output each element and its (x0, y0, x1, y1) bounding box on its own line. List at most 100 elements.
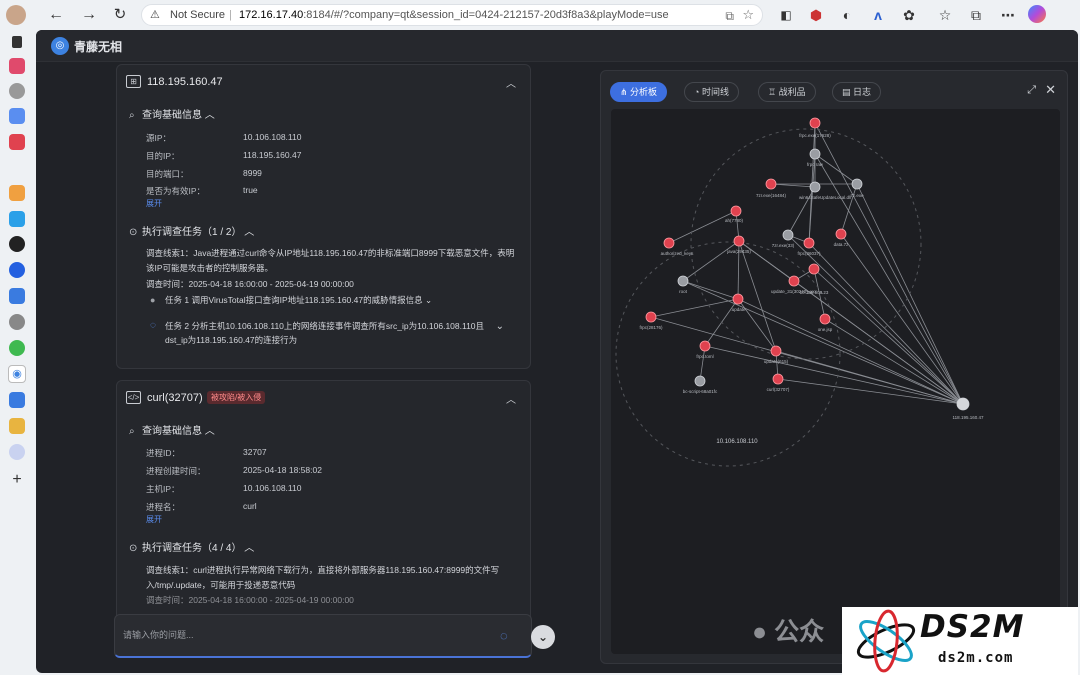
graph-node-frpc-toml[interactable]: frpc.toml (696, 340, 714, 359)
chevron-up-icon: ︿ (244, 227, 255, 238)
qingteng-icon[interactable]: ◉ (8, 365, 26, 383)
address-bar[interactable]: ⚠ Not Secure | 172.16.17.40:8184/#/?comp… (141, 4, 763, 26)
task-item[interactable]: 任务 1 调用VirusTotal接口查询IP地址118.195.160.47的… (165, 293, 505, 307)
graph-node-java[interactable]: java(29435) (726, 235, 751, 254)
doc-icon[interactable] (9, 108, 25, 124)
youtube-icon[interactable] (9, 134, 25, 150)
expand-link[interactable]: 展开 (146, 514, 162, 525)
loading-spinner-icon: ◌ (500, 628, 508, 643)
graph-node-bc-script[interactable]: bc-script-68a01fc (683, 375, 718, 394)
close-icon[interactable]: ✕ (1045, 82, 1056, 98)
tab-loot[interactable]: ♖ 战利品 (758, 82, 816, 102)
expand-icon[interactable]: ⤢ (1027, 84, 1036, 97)
section-basic[interactable]: ⌕ 查询基础信息 ︿ (129, 422, 215, 437)
bilibili-icon[interactable] (9, 211, 25, 227)
task-item[interactable]: 任务 2 分析主机10.106.108.110上的网络连接事件调查所有src_i… (165, 319, 485, 347)
section-title: 查询基础信息 (142, 110, 202, 121)
url-text[interactable]: 172.16.17.40:8184/#/?company=qt&session_… (239, 5, 679, 25)
add-icon[interactable]: + (9, 472, 25, 488)
extension-icon-4[interactable]: ʌ (868, 5, 888, 25)
more-menu-icon[interactable]: ⋯ (998, 5, 1018, 25)
graph-node-frpc-exe[interactable]: frpc.exe(17628) (799, 117, 831, 138)
chevron-down-icon[interactable]: ⌄ (496, 321, 504, 332)
forward-arrow-icon[interactable]: → (79, 5, 99, 25)
graph-node-frpc-cfg[interactable]: frpc(36037) (797, 237, 821, 256)
graph-node-update-615[interactable]: update(615) (764, 345, 789, 364)
graph-node-root[interactable]: root (677, 275, 689, 294)
graph-node-data[interactable]: data.7z (834, 228, 850, 247)
graph-node-label: curl(32707) (767, 387, 790, 392)
ds2m-brand: DS2M (920, 609, 1025, 645)
check-circle-icon: ● (150, 295, 156, 305)
extension-icon-1[interactable]: ◧ (776, 5, 796, 25)
screen-share-icon[interactable]: ⧉ (725, 6, 734, 25)
tab-log[interactable]: ▤ 日志 (832, 82, 882, 102)
tab-analysis[interactable]: ⋔ 分析板 (610, 82, 668, 102)
graph-node-seven-z[interactable]: 7z.exe (850, 178, 864, 198)
question-input[interactable] (123, 630, 483, 640)
security-label[interactable]: Not Secure (170, 5, 225, 25)
graph-node-ip-23[interactable]: 10.106.108.23 (800, 263, 829, 295)
copilot-icon[interactable] (1028, 5, 1046, 23)
profile-avatar-icon[interactable] (6, 5, 26, 25)
address-separator: | (229, 9, 232, 21)
network-icon: ⊞ (126, 75, 141, 88)
scroll-down-button[interactable]: ⌄ (531, 625, 555, 649)
field-label: 目的端口： (146, 169, 189, 179)
vue-icon[interactable] (9, 418, 25, 434)
collections-icon[interactable]: ⧉ (966, 5, 986, 25)
graph-node-curl[interactable]: curl(32707) (767, 373, 790, 392)
slack-icon[interactable] (9, 58, 25, 74)
field-value: curl (243, 501, 257, 511)
collapse-chevron-icon[interactable]: ︿ (506, 391, 516, 406)
graph-node-label: 7zr.exe(33) (772, 243, 795, 248)
graph-node-sevenzr[interactable]: 7zr.exe(33) (772, 229, 795, 248)
play-circle-icon: ⊙ (129, 227, 138, 238)
graph-node-seven-z-1[interactable]: 7zr.exe(16484) (756, 178, 787, 198)
extension-icon-2[interactable]: ⬢ (806, 5, 826, 25)
tab-label: 日志 (853, 87, 872, 97)
analysis-panel: ⋔ 分析板 ◔ 时间线 ♖ 战利品 ▤ 日志 ⤢ ✕ frpc.exe(1762… (600, 70, 1068, 664)
chat-box[interactable]: ◌ (114, 614, 532, 658)
graph-edge (814, 153, 964, 405)
extension-icon-3[interactable]: ◐ (837, 5, 857, 25)
url-path: :8184/#/?company=qt&session_id=0424-2121… (303, 9, 669, 21)
investigation-panel[interactable]: ⊞ 118.195.160.47 ︿ ⌕ 查询基础信息 ︿ 源IP： 10.106… (116, 62, 533, 627)
graph-node-label: root (679, 289, 688, 294)
wechat-icon[interactable] (9, 340, 25, 356)
xmind-icon[interactable] (9, 288, 25, 304)
graph-node-ip-47[interactable]: 118.195.160.47 (953, 397, 984, 420)
attack-graph[interactable]: frpc.exe(17628) frpc raw 7z.exe 7zr.exe(164… (611, 109, 1060, 654)
globe-icon[interactable] (9, 83, 25, 99)
warning-icon[interactable]: ⚠ (150, 5, 160, 25)
chevron-up-icon: ︿ (204, 426, 215, 437)
section-task[interactable]: ⊙ 执行调查任务（4 / 4） ︿ (129, 539, 254, 554)
tab-timeline[interactable]: ◔ 时间线 (684, 82, 739, 102)
section-task[interactable]: ⊙ 执行调查任务（1 / 2） ︿ (129, 223, 254, 238)
field-value: 2025-04-18 18:58:02 (243, 465, 322, 475)
chevron-up-icon: ︿ (244, 543, 255, 554)
edge-icon[interactable] (9, 262, 25, 278)
graph-edge (840, 183, 858, 235)
favorites-icon[interactable]: ☆ (935, 5, 955, 25)
back-arrow-icon[interactable]: ← (46, 5, 66, 25)
app-window: ◎ 青藤无相 ⊞ 118.195.160.47 ︿ ⌕ 查询基础信息 ︿ 源IP：… (36, 30, 1078, 673)
app-icon[interactable] (9, 444, 25, 460)
expand-link[interactable]: 展开 (146, 198, 162, 209)
graph-node-win64[interactable]: win64SafeUpdateLocal.dll (799, 181, 851, 200)
section-basic[interactable]: ⌕ 查询基础信息 ︿ (129, 106, 215, 121)
graph-node-one-jsp[interactable]: one.jsp (818, 313, 833, 332)
xmind-icon-2[interactable] (9, 392, 25, 408)
globe-icon-2[interactable] (9, 314, 25, 330)
graph-edge (682, 280, 739, 300)
graph-node-auth-keys[interactable]: authorized_keys (661, 237, 695, 256)
extensions-puzzle-icon[interactable]: ✿ (899, 5, 919, 25)
graph-node-frpc-28176[interactable]: frpc(28176) (639, 311, 663, 330)
collapse-chevron-icon[interactable]: ︿ (506, 75, 516, 90)
pencil-icon[interactable] (9, 185, 25, 201)
github-icon[interactable] (9, 236, 25, 252)
reload-icon[interactable]: ↻ (110, 5, 130, 25)
star-icon[interactable]: ☆ (742, 5, 754, 25)
graph-canvas[interactable]: frpc.exe(17628) frpc raw 7z.exe 7zr.exe(164… (611, 109, 1060, 654)
tab-actions-icon[interactable] (12, 36, 22, 48)
